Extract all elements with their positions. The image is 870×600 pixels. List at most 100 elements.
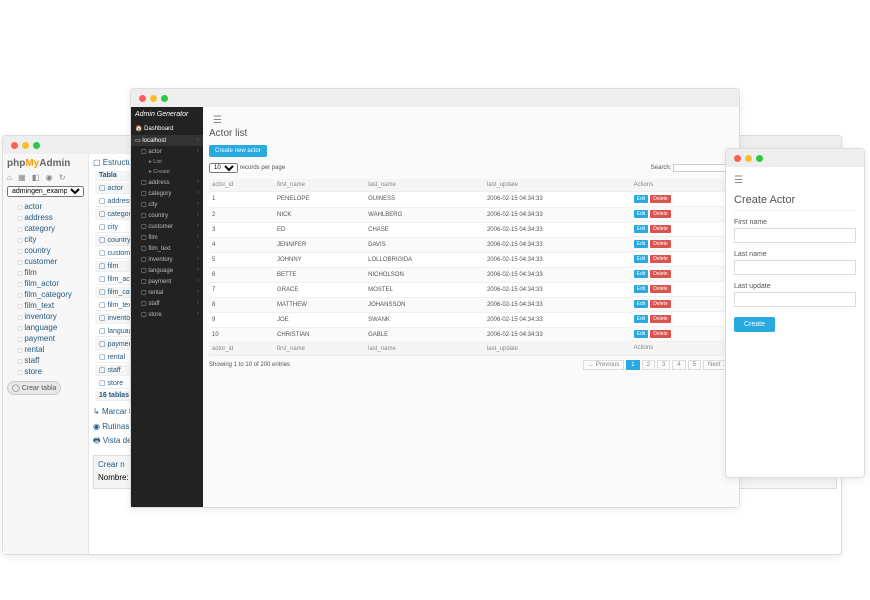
page-link[interactable]: 2 — [642, 360, 655, 370]
pma-tree-item[interactable]: film_text — [7, 300, 84, 311]
close-icon[interactable] — [139, 95, 146, 102]
ag-col-footer: Actions — [631, 342, 733, 355]
ag-col-header[interactable]: Actions — [631, 179, 733, 192]
edit-button[interactable]: Edit — [634, 285, 649, 293]
edit-button[interactable]: Edit — [634, 210, 649, 218]
delete-button[interactable]: Delete — [650, 330, 670, 338]
close-icon[interactable] — [734, 155, 741, 162]
pma-tree: actoraddresscategorycitycountrycustomerf… — [7, 201, 84, 377]
delete-button[interactable]: Delete — [650, 300, 670, 308]
pma-crear-tabla-button[interactable]: ◯ Crear tabla — [7, 381, 61, 395]
ag-brand: Admin Generator — [131, 107, 203, 122]
pma-db-select[interactable]: admingen_example — [7, 186, 84, 197]
ag-menu-item[interactable]: ▢ staff — [131, 298, 203, 309]
create-new-actor-button[interactable]: Create new actor — [209, 145, 267, 157]
delete-button[interactable]: Delete — [650, 285, 670, 293]
ag-col-header[interactable]: actor_id — [209, 179, 274, 192]
ag-menu-item[interactable]: ▢ language — [131, 265, 203, 276]
ag-menu-item[interactable]: ▢ store — [131, 309, 203, 320]
pma-tree-item[interactable]: city — [7, 234, 84, 245]
delete-button[interactable]: Delete — [650, 240, 670, 248]
edit-button[interactable]: Edit — [634, 195, 649, 203]
delete-button[interactable]: Delete — [650, 255, 670, 263]
delete-button[interactable]: Delete — [650, 210, 670, 218]
pma-tree-item[interactable]: rental — [7, 344, 84, 355]
pma-tree-item[interactable]: actor — [7, 201, 84, 212]
page-link[interactable]: 1 — [626, 360, 639, 370]
ag-col-header[interactable]: last_name — [365, 179, 484, 192]
minimize-icon[interactable] — [22, 142, 29, 149]
ag-menu: ▭ localhost ▢ actor▸ List▸ Create▢ addre… — [131, 135, 203, 320]
ag-menu-item[interactable]: ▢ inventory — [131, 254, 203, 265]
pma-tree-item[interactable]: staff — [7, 355, 84, 366]
last-name-label: Last name — [734, 251, 856, 258]
delete-button[interactable]: Delete — [650, 270, 670, 278]
last-name-input[interactable] — [734, 260, 856, 275]
ag-menu-item[interactable]: ▢ film — [131, 232, 203, 243]
table-row: 6BETTENICHOLSON2006-02-15 04:34:33EditDe… — [209, 267, 733, 282]
maximize-icon[interactable] — [756, 155, 763, 162]
ag-submenu-item[interactable]: ▸ Create — [131, 167, 203, 177]
ag-col-header[interactable]: last_update — [484, 179, 631, 192]
maximize-icon[interactable] — [33, 142, 40, 149]
pma-tree-item[interactable]: film — [7, 267, 84, 278]
pma-tree-item[interactable]: address — [7, 212, 84, 223]
last-update-label: Last update — [734, 283, 856, 290]
edit-button[interactable]: Edit — [634, 255, 649, 263]
page-link[interactable]: 5 — [688, 360, 701, 370]
ag-menu-item[interactable]: ▢ address — [131, 177, 203, 188]
pma-toolbar-icons[interactable]: ⌂ ▦ ◧ ◉ ↻ — [7, 173, 84, 182]
ca-titlebar — [726, 149, 864, 167]
delete-button[interactable]: Delete — [650, 195, 670, 203]
ag-submenu-item[interactable]: ▸ List — [131, 157, 203, 167]
maximize-icon[interactable] — [161, 95, 168, 102]
ag-menu-item[interactable]: ▢ country — [131, 210, 203, 221]
hamburger-icon[interactable]: ☰ — [734, 175, 856, 186]
close-icon[interactable] — [11, 142, 18, 149]
ag-host-item[interactable]: ▭ localhost — [131, 135, 203, 146]
last-update-input[interactable] — [734, 292, 856, 307]
page-link[interactable]: 4 — [672, 360, 685, 370]
edit-button[interactable]: Edit — [634, 240, 649, 248]
table-row: 8MATTHEWJOHANSSON2006-02-15 04:34:33Edit… — [209, 297, 733, 312]
pma-tree-item[interactable]: category — [7, 223, 84, 234]
edit-button[interactable]: Edit — [634, 270, 649, 278]
pma-tree-item[interactable]: payment — [7, 333, 84, 344]
pma-tree-item[interactable]: customer — [7, 256, 84, 267]
table-row: 1PENELOPEGUINESS2006-02-15 04:34:33EditD… — [209, 192, 733, 208]
ag-menu-item[interactable]: ▢ category — [131, 188, 203, 199]
search-label: Search: — [651, 165, 672, 171]
ag-menu-item[interactable]: ▢ actor — [131, 146, 203, 157]
pma-tree-item[interactable]: film_category — [7, 289, 84, 300]
pma-tree-item[interactable]: country — [7, 245, 84, 256]
delete-button[interactable]: Delete — [650, 225, 670, 233]
ag-col-footer: last_name — [365, 342, 484, 355]
ag-menu-item[interactable]: ▢ customer — [131, 221, 203, 232]
pma-tree-item[interactable]: store — [7, 366, 84, 377]
edit-button[interactable]: Edit — [634, 300, 649, 308]
first-name-input[interactable] — [734, 228, 856, 243]
edit-button[interactable]: Edit — [634, 330, 649, 338]
ag-menu-item[interactable]: ▢ rental — [131, 287, 203, 298]
pagination: ← Previous12345Next → — [583, 360, 733, 370]
ag-menu-item[interactable]: ▢ film_text — [131, 243, 203, 254]
page-link[interactable]: ← Previous — [583, 360, 624, 370]
ag-menu-item[interactable]: ▢ city — [131, 199, 203, 210]
pma-tree-item[interactable]: language — [7, 322, 84, 333]
page-link[interactable]: 3 — [657, 360, 670, 370]
pma-tree-item[interactable]: film_actor — [7, 278, 84, 289]
edit-button[interactable]: Edit — [634, 315, 649, 323]
ag-menu-item[interactable]: ▢ payment — [131, 276, 203, 287]
minimize-icon[interactable] — [150, 95, 157, 102]
search-input[interactable] — [673, 164, 733, 172]
pma-tree-item[interactable]: inventory — [7, 311, 84, 322]
hamburger-icon[interactable]: ☰ — [209, 113, 733, 128]
minimize-icon[interactable] — [745, 155, 752, 162]
create-button[interactable]: Create — [734, 317, 775, 332]
pma-crear-n-link[interactable]: Crear n — [98, 460, 125, 469]
ag-dashboard-link[interactable]: 🏠 Dashboard — [131, 122, 203, 135]
ag-col-header[interactable]: first_name — [274, 179, 365, 192]
delete-button[interactable]: Delete — [650, 315, 670, 323]
per-page-select[interactable]: 10 — [209, 163, 238, 173]
edit-button[interactable]: Edit — [634, 225, 649, 233]
